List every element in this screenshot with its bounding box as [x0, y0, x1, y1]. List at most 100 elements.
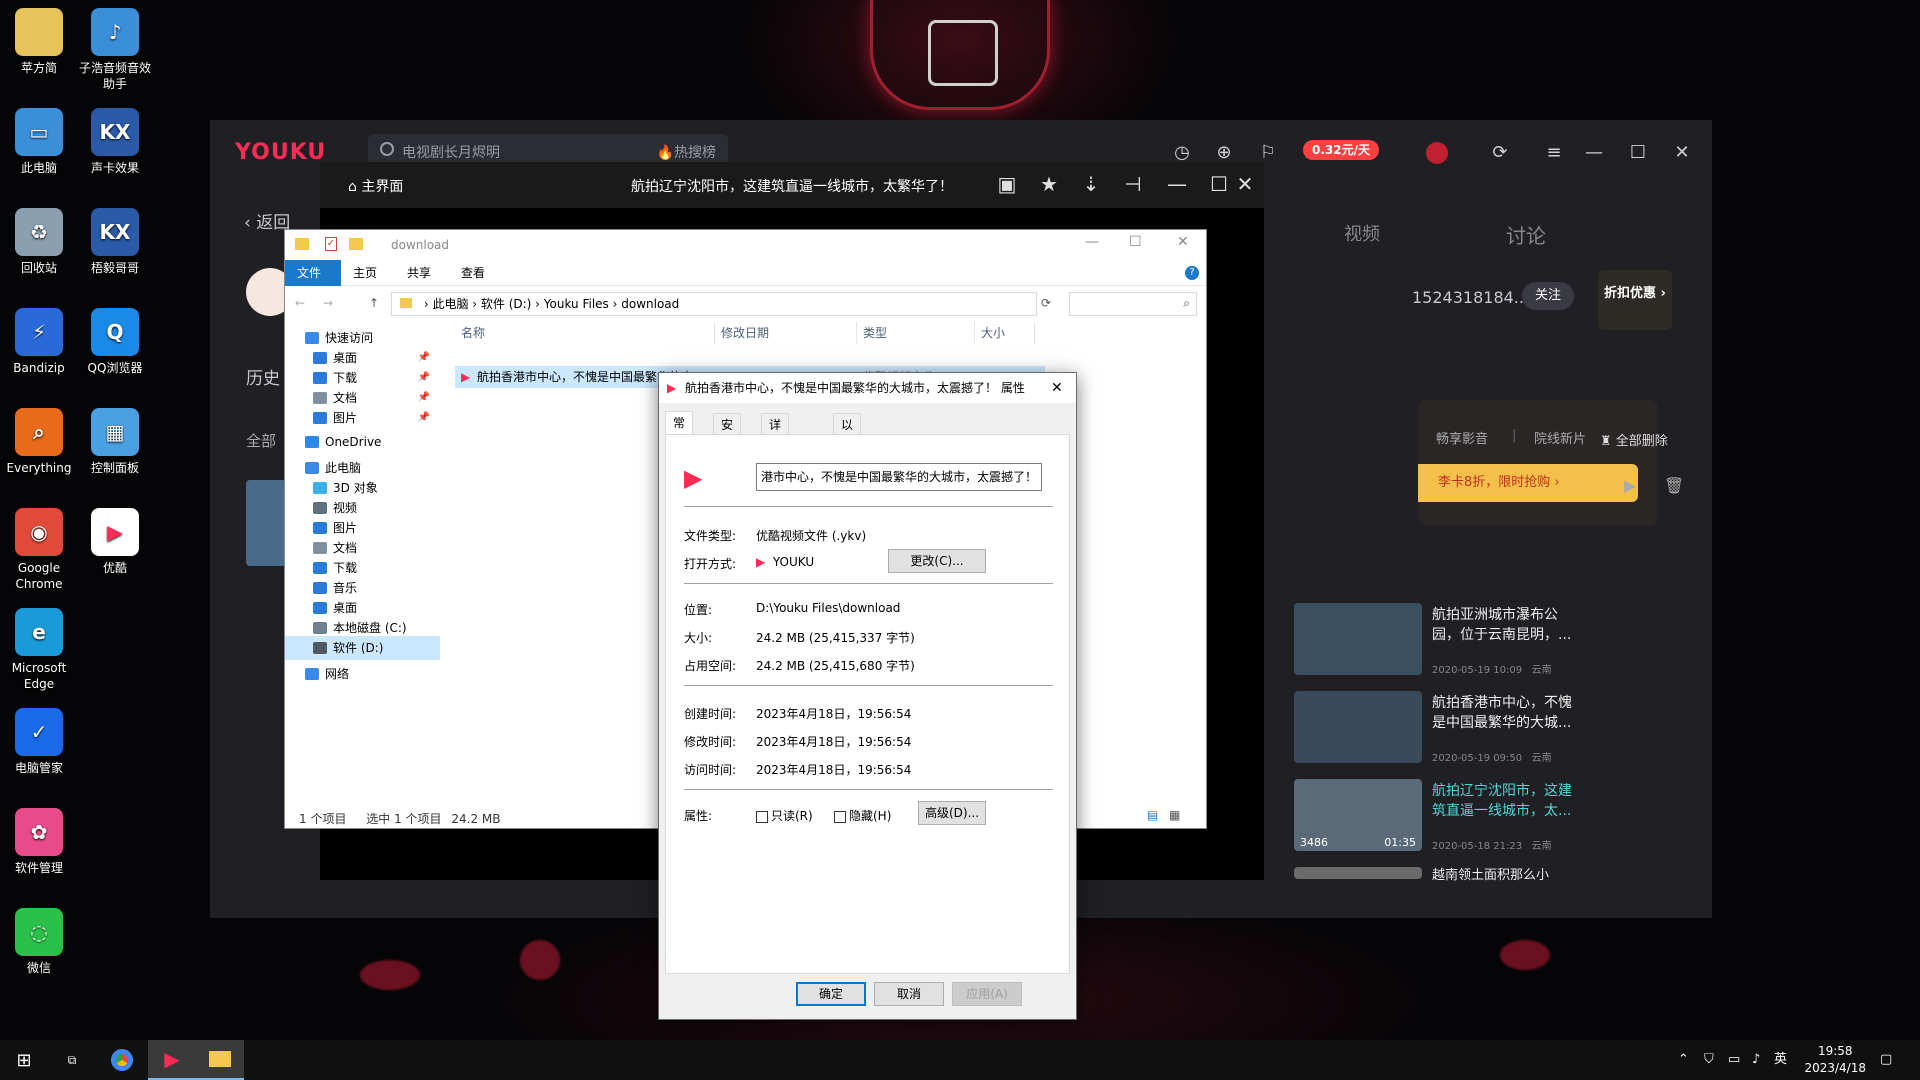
trash-icon[interactable]: 🗑	[1664, 476, 1684, 495]
tab-view[interactable]: 查看	[449, 260, 497, 286]
hot-search-link[interactable]: 🔥热搜榜	[657, 142, 716, 162]
nav-item[interactable]: 网络	[285, 662, 440, 686]
tab-file[interactable]: 文件	[285, 260, 341, 286]
filename-field[interactable]: 港市中心，不愧是中国最繁华的大城市，太震撼了！	[756, 463, 1042, 491]
notification-icon[interactable]: ▢	[1880, 1040, 1892, 1080]
large-icons-view-icon[interactable]: ▦	[1169, 808, 1180, 822]
details-view-icon[interactable]: ▤	[1147, 808, 1158, 822]
menu-icon[interactable]: ≡	[1542, 142, 1566, 163]
avatar[interactable]	[1426, 142, 1448, 164]
list-item[interactable]: 航拍香港市中心，不愧是中国最繁华的大城... 2020-05-19 09:50 …	[1294, 691, 1704, 771]
nav-item[interactable]: OneDrive	[285, 430, 440, 454]
breadcrumb[interactable]: 此电脑	[432, 297, 468, 311]
up-arrow-icon[interactable]: ↑	[369, 296, 379, 310]
apply-button[interactable]: 应用(A)	[952, 982, 1022, 1006]
hidden-checkbox[interactable]: 隐藏(H)	[834, 807, 891, 824]
close-icon[interactable]: ✕	[1230, 172, 1260, 196]
uploader-name[interactable]: 1524318184...	[1412, 288, 1529, 307]
tab-general[interactable]: 常规	[665, 411, 694, 452]
desktop-shortcut[interactable]: Q QQ浏览器	[76, 308, 154, 376]
history-thumbnail[interactable]	[246, 480, 286, 566]
pin-icon[interactable]: ⊣	[1118, 172, 1148, 196]
help-icon[interactable]: ?	[1185, 266, 1199, 280]
column-name[interactable]: 名称	[455, 322, 715, 344]
list-item[interactable]: 3486 01:35 航拍辽宁沈阳市，这建筑直逼一线城市，太... 2020-0…	[1294, 779, 1704, 859]
desktop-shortcut[interactable]: KX 梧毅哥哥	[76, 208, 154, 276]
tab-video[interactable]: 视频	[1344, 220, 1380, 246]
new-folder-icon[interactable]	[349, 238, 363, 250]
volume-icon[interactable]: ♪	[1752, 1040, 1760, 1080]
refresh-icon[interactable]: ⟳	[1488, 142, 1512, 163]
list-item[interactable]: 航拍亚洲城市瀑布公园，位于云南昆明，... 2020-05-19 10:09 云…	[1294, 603, 1704, 683]
promo-card[interactable]: 折扣优惠 ›	[1598, 270, 1672, 330]
desktop-shortcut[interactable]: ◉ Google Chrome	[0, 508, 78, 592]
follow-button[interactable]: 关注	[1522, 282, 1574, 310]
desktop-shortcut[interactable]: ✓ 电脑管家	[0, 708, 78, 776]
nav-item[interactable]: 图片 📌	[285, 406, 440, 430]
breadcrumb[interactable]: Youku Files	[544, 297, 609, 311]
refresh-icon[interactable]: ⟳	[1041, 296, 1051, 310]
message-icon[interactable]: ⚐	[1256, 142, 1280, 163]
download-icon[interactable]: ⇣	[1076, 172, 1106, 196]
desktop-shortcut[interactable]: 苹方简	[0, 8, 78, 76]
readonly-checkbox[interactable]: 只读(R)	[756, 807, 813, 824]
breadcrumb[interactable]: 软件 (D:)	[481, 297, 531, 311]
desktop-shortcut[interactable]: ♪ 子浩音频音效助手	[76, 8, 154, 92]
maximize-icon[interactable]: ☐	[1129, 234, 1142, 250]
taskbar-youku[interactable]: ▶	[148, 1040, 196, 1080]
ime-indicator[interactable]: 英	[1774, 1040, 1787, 1080]
filter-all[interactable]: 全部	[246, 430, 276, 451]
close-icon[interactable]: ✕	[1670, 142, 1694, 163]
forward-arrow-icon[interactable]: →	[323, 296, 333, 310]
column-type[interactable]: 类型	[857, 322, 975, 344]
desktop-shortcut[interactable]: ♻ 回收站	[0, 208, 78, 276]
system-clock[interactable]: 19:58 2023/4/18	[1804, 1043, 1866, 1077]
tab-share[interactable]: 共享	[395, 260, 443, 286]
promo-buy-button[interactable]: 李卡8折，限时抢购 ›	[1418, 464, 1638, 502]
tab-home[interactable]: 主页	[341, 260, 389, 286]
minimize-icon[interactable]: —	[1162, 172, 1192, 196]
vip-price-badge[interactable]: 0.32元/天	[1303, 140, 1379, 160]
cancel-button[interactable]: 取消	[874, 982, 944, 1006]
back-arrow-icon[interactable]: ←	[295, 296, 305, 310]
desktop-shortcut[interactable]: ▭ 此电脑	[0, 108, 78, 176]
desktop-shortcut[interactable]: ◌ 微信	[0, 908, 78, 976]
search-input[interactable]: ⌕	[1069, 292, 1197, 316]
delete-all-button[interactable]: ♜ 全部删除	[1600, 430, 1668, 449]
promo-tab-vip[interactable]: 畅享影音	[1436, 428, 1488, 447]
pip-icon[interactable]: ▣	[992, 172, 1022, 196]
chevron-up-icon[interactable]: ⌃	[1678, 1040, 1689, 1080]
desktop-shortcut[interactable]: ▶ 优酷	[76, 508, 154, 576]
desktop-shortcut[interactable]: ⚡ Bandizip	[0, 308, 78, 376]
address-bar[interactable]: › 此电脑 › 软件 (D:) › Youku Files › download	[391, 292, 1037, 316]
tab-security[interactable]: 安全	[713, 413, 742, 454]
play-all-icon[interactable]: ▶	[1624, 476, 1636, 495]
properties-icon[interactable]: ✓	[325, 237, 337, 251]
desktop-shortcut[interactable]: ⌕ Everything	[0, 408, 78, 476]
network-icon[interactable]: ▭	[1728, 1040, 1740, 1080]
column-size[interactable]: 大小	[975, 322, 1035, 344]
desktop-shortcut[interactable]: e Microsoft Edge	[0, 608, 78, 692]
column-date[interactable]: 修改日期	[715, 322, 857, 344]
history-icon[interactable]: ◷	[1170, 142, 1194, 163]
desktop-shortcut[interactable]: ▦ 控制面板	[76, 408, 154, 476]
desktop-shortcut[interactable]: ✿ 软件管理	[0, 808, 78, 876]
favorite-icon[interactable]: ★	[1034, 172, 1064, 196]
close-icon[interactable]: ✕	[1051, 373, 1063, 403]
tab-previous-versions[interactable]: 以前的版本	[833, 413, 862, 520]
promo-tab-movies[interactable]: 院线新片	[1534, 428, 1586, 447]
start-button[interactable]: ⊞	[0, 1040, 48, 1080]
advanced-button[interactable]: 高级(D)...	[918, 801, 986, 825]
minimize-icon[interactable]: —	[1582, 142, 1606, 163]
taskbar-explorer[interactable]	[196, 1040, 244, 1080]
tab-details[interactable]: 详细信息	[761, 413, 790, 498]
upload-icon[interactable]: ⊕	[1212, 142, 1236, 163]
close-icon[interactable]: ✕	[1177, 234, 1189, 250]
change-button[interactable]: 更改(C)...	[888, 549, 986, 573]
maximize-icon[interactable]: ☐	[1626, 142, 1650, 163]
desktop-shortcut[interactable]: KX 声卡效果	[76, 108, 154, 176]
minimize-icon[interactable]: —	[1085, 234, 1099, 250]
nav-item[interactable]: 软件 (D:)	[285, 636, 440, 660]
list-item[interactable]: 越南领土面积那么小	[1294, 867, 1704, 883]
shield-icon[interactable]: ⛉	[1704, 1040, 1714, 1080]
